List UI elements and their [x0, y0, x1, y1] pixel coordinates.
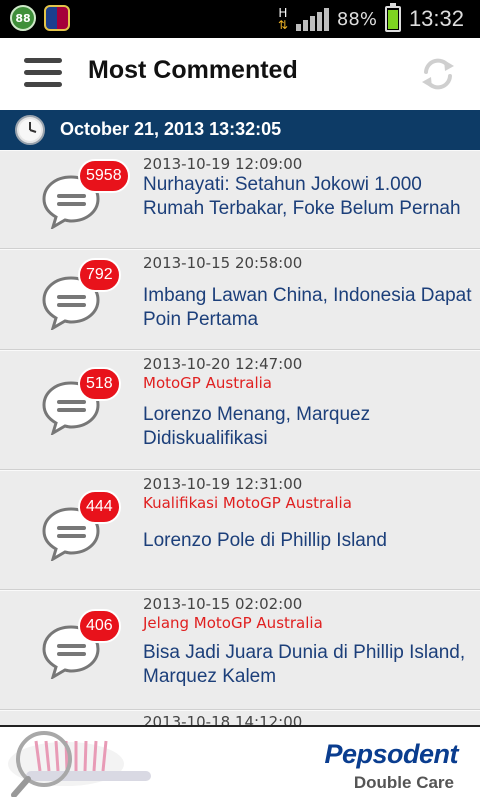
list-item[interactable]: 444 2013-10-19 12:31:00 Kualifikasi Moto…: [0, 470, 480, 590]
list-item[interactable]: 406 2013-10-15 02:02:00 Jelang MotoGP Au…: [0, 590, 480, 710]
battery-icon: [384, 3, 401, 32]
ad-brand: Pepsodent: [324, 739, 458, 769]
article-title[interactable]: Nurhayati: Setahun Jokowi 1.000 Rumah Te…: [143, 173, 472, 221]
clock-icon: [15, 115, 45, 145]
signal-icon: [295, 7, 329, 31]
club-crest-icon: [44, 5, 70, 31]
app-header: Most Commented: [0, 38, 480, 110]
list-item[interactable]: 518 2013-10-20 12:47:00 MotoGP Australia…: [0, 350, 480, 470]
article-category: MotoGP Australia: [143, 374, 272, 392]
current-datetime: October 21, 2013 13:32:05: [60, 119, 282, 139]
article-title[interactable]: Lorenzo Menang, Marquez Didiskualifikasi: [143, 403, 472, 451]
comment-count-badge: 792: [78, 258, 121, 292]
article-title[interactable]: Imbang Lawan China, Indonesia Dapat Poin…: [143, 284, 472, 332]
comment-count-badge: 444: [78, 490, 121, 524]
toothbrush-ad-icon: [8, 731, 151, 797]
data-arrows-icon: H ⇅: [277, 6, 288, 32]
article-date: 2013-10-20 12:47:00: [143, 355, 303, 373]
article-category: Kualifikasi MotoGP Australia: [143, 494, 352, 512]
article-date: 2013-10-18 14:12:00: [143, 713, 303, 725]
list-item[interactable]: 5958 2013-10-19 12:09:00 Nurhayati: Seta…: [0, 150, 480, 249]
notification-badge-icon: 88: [10, 5, 36, 31]
ad-banner[interactable]: Pepsodent Double Care: [0, 725, 480, 800]
refresh-icon[interactable]: [418, 54, 458, 94]
article-date: 2013-10-19 12:09:00: [143, 155, 303, 173]
list-item[interactable]: 2013-10-18 14:12:00: [0, 710, 480, 725]
article-date: 2013-10-19 12:31:00: [143, 475, 303, 493]
list-item[interactable]: 792 2013-10-15 20:58:00 Imbang Lawan Chi…: [0, 249, 480, 350]
date-bar: October 21, 2013 13:32:05: [0, 110, 480, 150]
article-title[interactable]: Lorenzo Pole di Phillip Island: [143, 529, 472, 553]
page-title: Most Commented: [88, 56, 298, 84]
article-category: Jelang MotoGP Australia: [143, 614, 323, 632]
hamburger-icon[interactable]: [24, 58, 62, 92]
status-time: 13:32: [408, 6, 464, 31]
article-list[interactable]: 5958 2013-10-19 12:09:00 Nurhayati: Seta…: [0, 150, 480, 725]
comment-count-badge: 5958: [78, 159, 130, 193]
status-bar: 88 H ⇅ 88% 13:32: [0, 0, 480, 38]
comment-count-badge: 518: [78, 367, 121, 401]
article-date: 2013-10-15 02:02:00: [143, 595, 303, 613]
ad-tagline: Double Care: [353, 773, 454, 792]
battery-percent: 88%: [336, 8, 377, 30]
article-title[interactable]: Bisa Jadi Juara Dunia di Phillip Island,…: [143, 641, 472, 689]
comment-count-badge: 406: [78, 609, 121, 643]
article-date: 2013-10-15 20:58:00: [143, 254, 303, 272]
